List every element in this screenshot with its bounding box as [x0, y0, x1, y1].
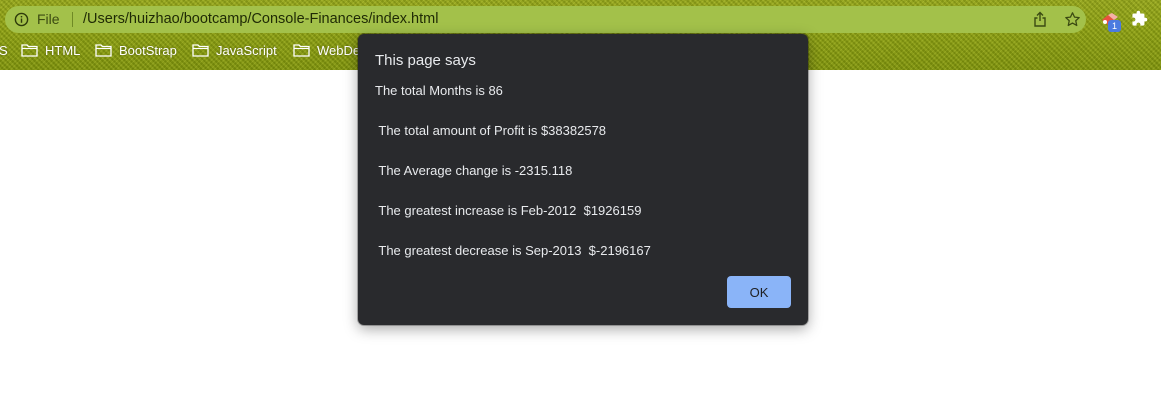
bookmark-label: S — [0, 42, 8, 58]
bookmark-label: WebDe — [317, 42, 361, 58]
puzzle-icon[interactable] — [1131, 10, 1148, 27]
dialog-title: This page says — [375, 52, 476, 69]
bookmark-label: BootStrap — [119, 42, 177, 58]
extension-badge: 1 — [1108, 20, 1121, 32]
dialog-message-line: The greatest decrease is Sep-2013 $-2196… — [375, 243, 651, 258]
bookmark-label: HTML — [45, 42, 81, 58]
dialog-message-line: The greatest increase is Feb-2012 $19261… — [375, 203, 642, 218]
omnibox-divider — [72, 12, 73, 27]
folder-icon — [192, 44, 209, 57]
star-icon[interactable] — [1064, 11, 1081, 28]
dialog-message-line: The total amount of Profit is $38382578 — [375, 123, 607, 138]
bookmark-item-s[interactable]: S — [0, 40, 8, 60]
dialog-message-line: The Average change is -2315.118 — [375, 163, 573, 178]
info-icon[interactable] — [14, 12, 29, 27]
bookmark-folder-html[interactable]: HTML — [21, 40, 80, 60]
folder-icon — [293, 44, 310, 57]
bookmark-label: JavaScript — [216, 42, 277, 58]
scheme-label: File — [37, 11, 60, 27]
dialog-message-line: The total Months is 86 — [375, 83, 503, 98]
folder-icon — [95, 44, 112, 57]
ok-button[interactable]: OK — [727, 276, 791, 308]
address-bar[interactable]: File /Users/huizhao/bootcamp/Console-Fin… — [5, 6, 1086, 33]
url-text[interactable]: /Users/huizhao/bootcamp/Console-Finances… — [83, 11, 438, 27]
alert-dialog: This page says The total Months is 86 Th… — [358, 34, 808, 325]
share-icon[interactable] — [1032, 11, 1048, 28]
bookmark-folder-webde[interactable]: WebDe — [293, 40, 360, 60]
bookmark-folder-javascript[interactable]: JavaScript — [192, 40, 277, 60]
folder-icon — [21, 44, 38, 57]
bookmark-folder-bootstrap[interactable]: BootStrap — [95, 40, 177, 60]
